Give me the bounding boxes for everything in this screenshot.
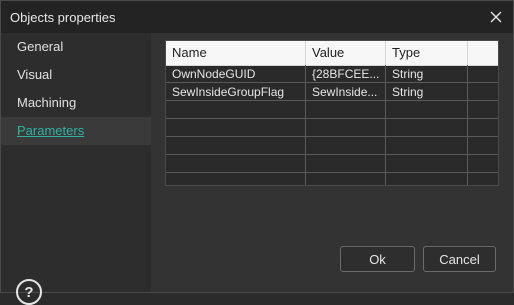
cell-value — [306, 173, 386, 185]
cell-name: OwnNodeGUID — [166, 65, 306, 83]
table-header: Name Value Type — [166, 41, 498, 66]
sidebar: General Visual Machining Parameters ? — [1, 33, 151, 305]
cell-type — [386, 137, 468, 155]
table-row[interactable] — [166, 137, 498, 155]
sidebar-item-machining[interactable]: Machining — [1, 89, 151, 117]
help-label: ? — [24, 283, 34, 301]
cell-value — [306, 137, 386, 155]
cell-type: String — [386, 65, 468, 83]
cell-name — [166, 155, 306, 173]
cell-type — [386, 101, 468, 119]
cell-type — [386, 173, 468, 185]
sidebar-item-label: Parameters — [17, 123, 85, 138]
column-header-type[interactable]: Type — [386, 41, 468, 65]
sidebar-item-parameters[interactable]: Parameters — [1, 117, 151, 145]
parameters-table: Name Value Type OwnNodeGUID {28BFCEE... … — [165, 40, 499, 186]
cell-value: {28BFCEE... — [306, 65, 386, 83]
close-icon[interactable] — [485, 6, 507, 28]
cell-name — [166, 101, 306, 119]
sidebar-item-visual[interactable]: Visual — [1, 61, 151, 89]
table-row[interactable] — [166, 173, 498, 185]
cancel-button[interactable]: Cancel — [423, 246, 496, 272]
table-row[interactable] — [166, 101, 498, 119]
table-row[interactable]: SewInsideGroupFlag SewInside... String — [166, 83, 498, 101]
sidebar-item-label: Machining — [17, 95, 77, 110]
cell-name — [166, 137, 306, 155]
cell-value: SewInside... — [306, 83, 386, 101]
table-row[interactable] — [166, 119, 498, 137]
cell-type — [386, 155, 468, 173]
main-panel: Name Value Type OwnNodeGUID {28BFCEE... … — [151, 33, 513, 292]
cell-name — [166, 119, 306, 137]
dialog-title: Objects properties — [10, 10, 116, 25]
title-bar: Objects properties — [1, 1, 513, 33]
cell-value — [306, 119, 386, 137]
objects-properties-dialog: Objects properties General Visual Machin… — [0, 0, 514, 305]
cell-type — [386, 119, 468, 137]
table-row[interactable]: OwnNodeGUID {28BFCEE... String — [166, 65, 498, 83]
column-header-value[interactable]: Value — [306, 41, 386, 65]
cell-name: SewInsideGroupFlag — [166, 83, 306, 101]
cell-value — [306, 155, 386, 173]
table-row[interactable] — [166, 155, 498, 173]
cell-name — [166, 173, 306, 185]
column-header-name[interactable]: Name — [166, 41, 306, 65]
cell-value — [306, 101, 386, 119]
help-icon[interactable]: ? — [16, 279, 42, 305]
sidebar-item-general[interactable]: General — [1, 33, 151, 61]
sidebar-item-label: Visual — [17, 67, 53, 82]
sidebar-item-label: General — [17, 39, 64, 54]
cell-type: String — [386, 83, 468, 101]
ok-button[interactable]: Ok — [340, 246, 415, 272]
